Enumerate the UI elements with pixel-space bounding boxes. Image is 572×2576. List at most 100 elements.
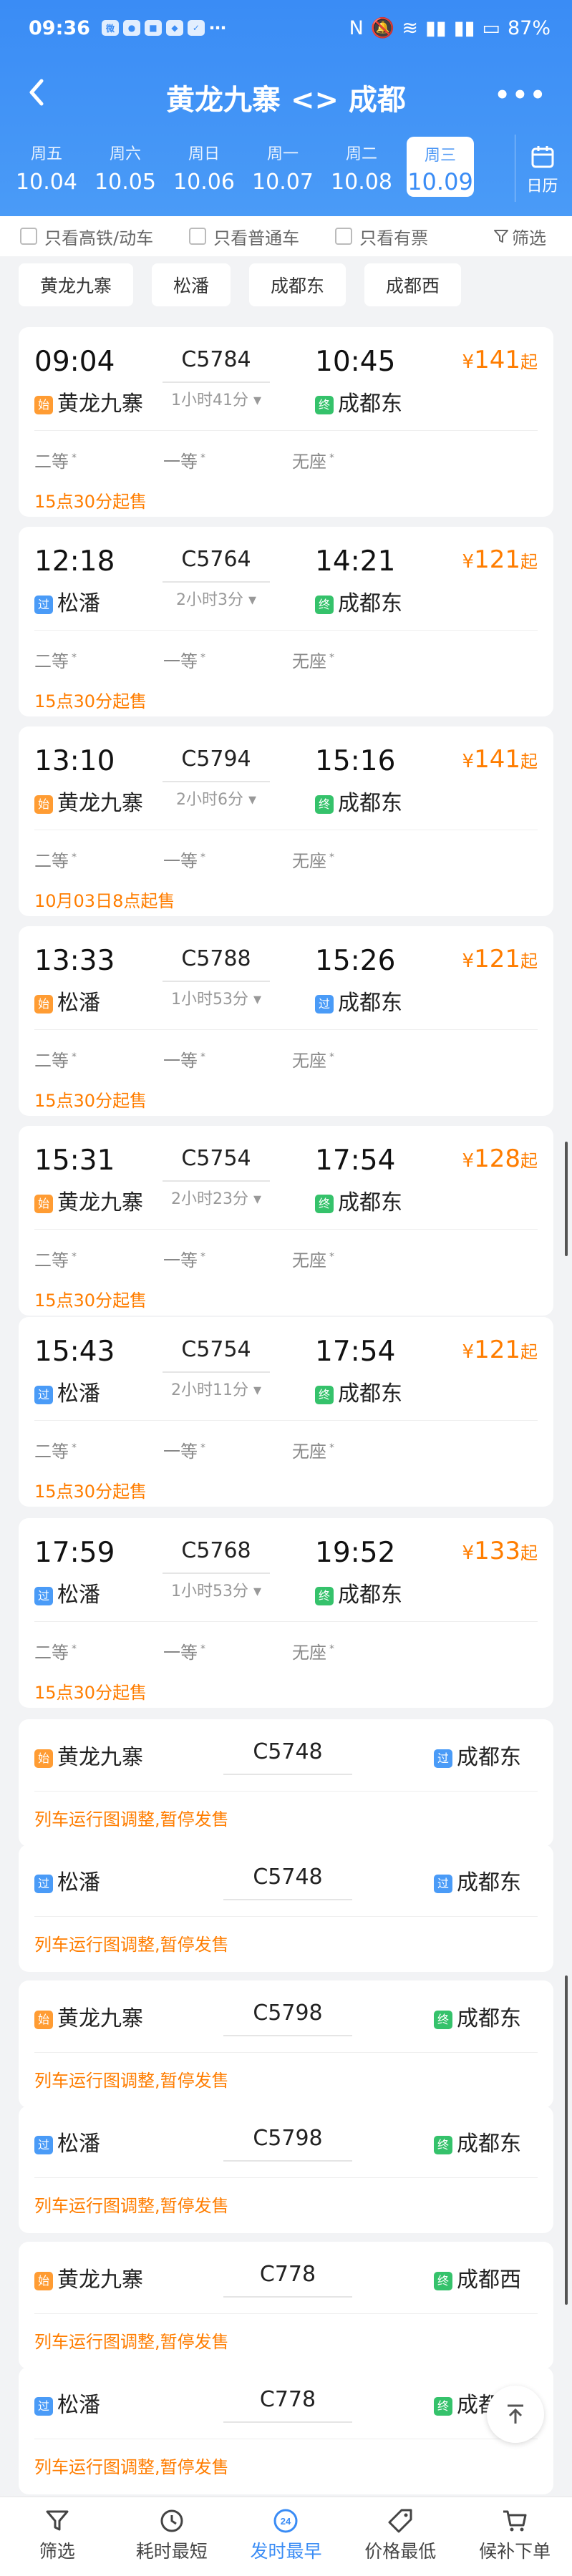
screen-button[interactable]: 筛选 [493, 224, 546, 249]
seat-type: 无座 * [292, 1246, 421, 1271]
asterisk-icon: * [72, 1442, 77, 1454]
tab-lowest-price[interactable]: 价格最低 [343, 2497, 457, 2576]
mute-icon: 🔕 [370, 17, 395, 39]
seat-label: 一等 [163, 651, 198, 671]
tab-earliest-departure[interactable]: 24 发时最早 [229, 2497, 344, 2576]
train-number: C5748 [253, 1865, 323, 1890]
available-checkbox[interactable]: 只看有票 [335, 224, 428, 249]
duration-dropdown[interactable]: 1小时53分 ▾ [163, 1578, 270, 1601]
arrival-time: 17:54 [315, 1336, 396, 1368]
station-chip[interactable]: 松潘 [152, 263, 231, 306]
asterisk-icon: * [72, 652, 77, 664]
filter-bar: 只看高铁/动车 只看普通车 只看有票 筛选 [0, 216, 572, 256]
duration-dropdown[interactable]: 2小时3分 ▾ [163, 587, 270, 610]
duration-dropdown[interactable]: 1小时41分 ▾ [163, 387, 270, 410]
station-tag-icon: 始 [34, 395, 53, 414]
departure-station: 过松潘 [34, 2126, 100, 2157]
tab-shortest-duration[interactable]: 耗时最短 [115, 2497, 229, 2576]
price: ¥121起 [462, 945, 538, 973]
sale-time: 15点30分起售 [34, 492, 147, 512]
seat-label: 无座 [292, 452, 326, 472]
suspended-train-card[interactable]: 过松潘 C5748 过成都东 列车运行图调整,暂停发售 [19, 1844, 553, 1972]
suspended-train-card[interactable]: 始黄龙九寨 C5748 过成都东 列车运行图调整,暂停发售 [19, 1719, 553, 1847]
back-to-top-button[interactable] [487, 2386, 544, 2443]
asterisk-icon: * [329, 652, 334, 664]
calendar-button[interactable]: 日历 [515, 135, 563, 202]
train-card[interactable]: 13:10 C5794 2小时6分 ▾ 15:16 始黄龙九寨终成都东 ¥141起 二等 * 一… [19, 726, 553, 916]
tab-label: 发时最早 [250, 2541, 322, 2562]
station-tag-icon: 终 [315, 1385, 334, 1404]
date-tab[interactable]: 周二 10.08 [322, 132, 401, 203]
train-card[interactable]: 09:04 C5784 1小时41分 ▾ 10:45 始黄龙九寨终成都东 ¥141起 二等 *… [19, 327, 553, 517]
suspension-message: 列车运行图调整,暂停发售 [34, 1809, 229, 1829]
suspended-train-card[interactable]: 始黄龙九寨 C778 终成都西 列车运行图调整,暂停发售 [19, 2242, 553, 2369]
normal-train-checkbox[interactable]: 只看普通车 [189, 224, 299, 249]
seat-label: 无座 [292, 1250, 326, 1270]
train-card[interactable]: 13:33 C5788 1小时53分 ▾ 15:26 始松潘过成都东 ¥121起 二等 * 一等… [19, 926, 553, 1116]
app-icon: ■ [144, 20, 162, 36]
yen-icon: ¥ [462, 751, 475, 772]
arrow-up-icon [508, 2404, 523, 2424]
suspension-message: 列车运行图调整,暂停发售 [34, 2196, 229, 2216]
suspended-train-card[interactable]: 过松潘C778终成都西列车运行图调整,暂停发售 [19, 2367, 553, 2494]
duration-dropdown[interactable]: 2小时23分 ▾ [163, 1186, 270, 1209]
station-tag-icon: 终 [315, 595, 334, 614]
train-number: C5748 [253, 1739, 323, 1764]
scrollbar[interactable] [565, 1975, 568, 2305]
seat-label: 一等 [163, 1051, 198, 1071]
divider [34, 1791, 538, 1792]
station-chips: 黄龙九寨 松潘 成都东 成都西 [0, 263, 572, 314]
duration-text: 2小时6分 [175, 791, 243, 809]
suspended-train-card[interactable]: 始黄龙九寨 C5798 终成都东 列车运行图调整,暂停发售 [19, 1980, 553, 2108]
arrival-time: 15:26 [315, 945, 396, 977]
duration-text: 1小时53分 [170, 1583, 248, 1600]
arrival-station: 终成都东 [315, 1577, 402, 1608]
tab-filter[interactable]: 筛选 [0, 2497, 115, 2576]
divider [223, 2035, 352, 2036]
train-card[interactable]: 15:31 C5754 2小时23分 ▾ 17:54 始黄龙九寨终成都东 ¥128起 二等 *… [19, 1126, 553, 1316]
24h-icon: 24 [273, 2509, 298, 2533]
tab-label: 耗时最短 [135, 2541, 208, 2562]
station-chip[interactable]: 成都东 [249, 263, 346, 306]
price: ¥133起 [462, 1537, 538, 1565]
price-suffix: 起 [520, 552, 538, 572]
station-tag-icon: 过 [34, 1586, 53, 1605]
divider [34, 1916, 538, 1917]
tab-waitlist-order[interactable]: 候补下单 [457, 2497, 572, 2576]
duration-dropdown[interactable]: 2小时11分 ▾ [163, 1377, 270, 1400]
departure-station-name: 黄龙九寨 [57, 392, 143, 417]
seat-label: 一等 [163, 1442, 198, 1462]
duration-dropdown[interactable]: 1小时53分 ▾ [163, 986, 270, 1009]
arrival-station-name: 成都东 [338, 1190, 402, 1215]
arrival-station-name: 成都东 [457, 1870, 521, 1895]
asterisk-icon: * [200, 1251, 205, 1263]
departure-station-name: 松潘 [57, 2393, 100, 2418]
date-tab[interactable]: 周五 10.04 [7, 132, 86, 203]
divider [223, 2160, 352, 2162]
price-value: 141 [474, 346, 520, 374]
station-chip[interactable]: 成都西 [364, 263, 462, 306]
filter-icon [494, 230, 508, 243]
high-speed-checkbox[interactable]: 只看高铁/动车 [20, 224, 153, 249]
date-weekday: 周日 [188, 145, 220, 163]
date-tab[interactable]: 周一 10.07 [243, 132, 322, 203]
suspended-train-card[interactable]: 过松潘 C5798 终成都东 列车运行图调整,暂停发售 [19, 2106, 553, 2233]
more-menu-icon[interactable]: ••• [495, 81, 548, 110]
scrollbar[interactable] [565, 1142, 568, 1256]
price: ¥141起 [462, 745, 538, 774]
duration-dropdown[interactable]: 2小时6分 ▾ [163, 787, 270, 810]
seat-type: 无座 * [292, 847, 421, 872]
divider [34, 1229, 538, 1230]
train-card[interactable]: 15:43 C5754 2小时11分 ▾ 17:54 过松潘终成都东 ¥121起 二等 * 一等… [19, 1317, 553, 1507]
date-tab[interactable]: 周六 10.05 [86, 132, 165, 203]
train-card[interactable]: 17:59 C5768 1小时53分 ▾ 19:52 过松潘终成都东 ¥133起 二等 * 一等… [19, 1518, 553, 1708]
date-tab[interactable]: 周日 10.06 [165, 132, 243, 203]
arrival-time: 19:52 [315, 1537, 396, 1569]
seat-type: 二等 * [34, 1437, 163, 1462]
date-tab-selected[interactable]: 周三 10.09 [407, 137, 474, 197]
station-tag-icon: 过 [34, 1874, 53, 1893]
station-chip[interactable]: 黄龙九寨 [19, 263, 134, 306]
train-card[interactable]: 12:18 C5764 2小时3分 ▾ 14:21 过松潘终成都东 ¥121起 二等 * 一等 *… [19, 527, 553, 716]
divider [34, 1420, 538, 1421]
arrival-station: 终成都东 [315, 1376, 402, 1407]
